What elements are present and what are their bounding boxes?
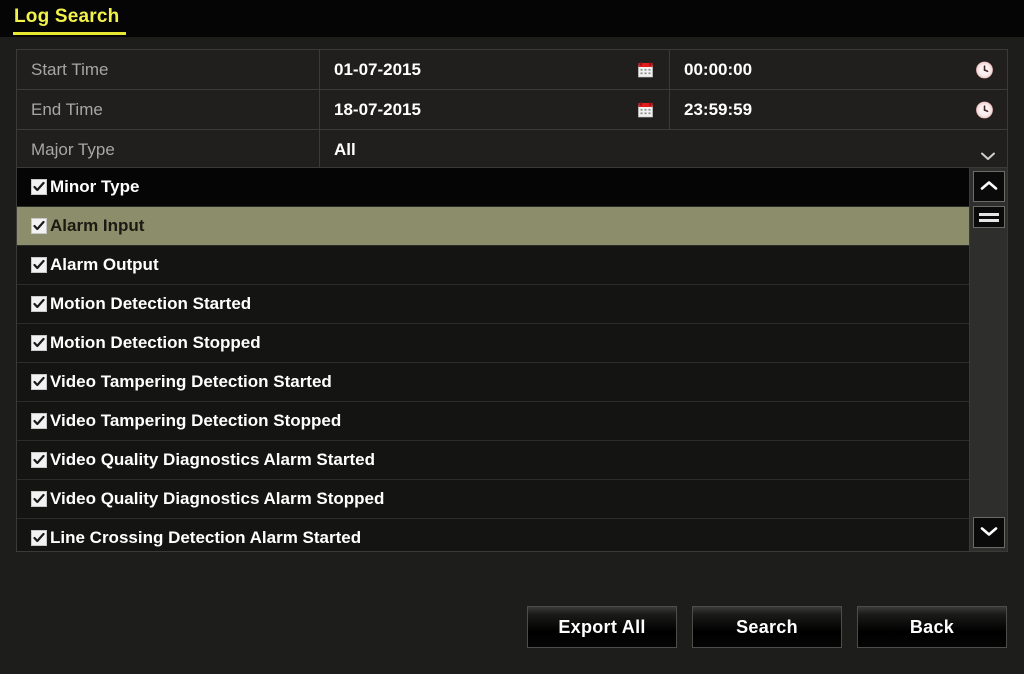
- list-item[interactable]: Alarm Output: [17, 246, 971, 285]
- list-item[interactable]: Alarm Input: [17, 207, 971, 246]
- clock-icon[interactable]: [976, 61, 993, 78]
- end-date-value: 18-07-2015: [334, 99, 421, 119]
- major-type-value: All: [334, 139, 356, 159]
- scroll-down-button[interactable]: [973, 517, 1005, 548]
- minor-type-header-label: Minor Type: [50, 177, 140, 196]
- end-time-field[interactable]: 23:59:59: [670, 90, 1007, 129]
- start-date-value: 01-07-2015: [334, 59, 421, 79]
- start-time-row: Start Time 01-07-2015 00:00:00: [17, 50, 1007, 90]
- major-type-select[interactable]: All: [320, 130, 1007, 169]
- back-button[interactable]: Back: [857, 606, 1007, 648]
- minor-type-header-row[interactable]: Minor Type: [17, 168, 971, 207]
- list-item[interactable]: Video Quality Diagnostics Alarm Stopped: [17, 480, 971, 519]
- list-item[interactable]: Video Tampering Detection Stopped: [17, 402, 971, 441]
- start-time-value: 00:00:00: [684, 59, 753, 79]
- search-button[interactable]: Search: [692, 606, 842, 648]
- start-time-field[interactable]: 00:00:00: [670, 50, 1007, 89]
- page-title: Log Search: [14, 6, 120, 27]
- list-item[interactable]: Video Quality Diagnostics Alarm Started: [17, 441, 971, 480]
- export-all-button[interactable]: Export All: [527, 606, 677, 648]
- checkbox-icon[interactable]: [31, 413, 47, 429]
- start-date-field[interactable]: 01-07-2015: [320, 50, 670, 89]
- list-item[interactable]: Video Tampering Detection Started: [17, 363, 971, 402]
- checkbox-icon[interactable]: [31, 374, 47, 390]
- checkbox-icon[interactable]: [31, 335, 47, 351]
- list-item-label: Line Crossing Detection Alarm Started: [50, 528, 362, 547]
- title-underline: [13, 32, 126, 35]
- list-item-label: Alarm Output: [50, 255, 159, 274]
- checkbox-icon[interactable]: [31, 296, 47, 312]
- checkbox-icon[interactable]: [31, 530, 47, 546]
- chevron-up-icon: [980, 178, 998, 196]
- scroll-thumb-grip: [979, 218, 999, 222]
- list-item-label: Video Quality Diagnostics Alarm Started: [50, 450, 375, 469]
- list-item[interactable]: Motion Detection Stopped: [17, 324, 971, 363]
- scrollbar-thumb[interactable]: [973, 206, 1005, 228]
- start-time-label: Start Time: [17, 50, 320, 89]
- scroll-up-button[interactable]: [973, 171, 1005, 202]
- checkbox-icon[interactable]: [31, 452, 47, 468]
- list-item-label: Video Tampering Detection Stopped: [50, 411, 342, 430]
- list-item-label: Video Tampering Detection Started: [50, 372, 332, 391]
- end-time-value: 23:59:59: [684, 99, 753, 119]
- title-bar: Log Search: [0, 0, 1024, 37]
- minor-type-list: Minor Type Alarm Input Alarm Output Moti…: [16, 167, 1008, 552]
- content-panel: Start Time 01-07-2015 00:00:00 End Time …: [0, 37, 1024, 674]
- list-item-label: Motion Detection Stopped: [50, 333, 261, 352]
- search-criteria-table: Start Time 01-07-2015 00:00:00 End Time …: [16, 49, 1008, 170]
- minor-type-list-viewport: Minor Type Alarm Input Alarm Output Moti…: [17, 168, 971, 551]
- log-search-screen: Log Search Start Time 01-07-2015 00:00:0…: [0, 0, 1024, 674]
- end-date-field[interactable]: 18-07-2015: [320, 90, 670, 129]
- checkbox-icon[interactable]: [31, 179, 47, 195]
- scroll-thumb-grip: [979, 212, 999, 216]
- list-item[interactable]: Motion Detection Started: [17, 285, 971, 324]
- checkbox-icon[interactable]: [31, 257, 47, 273]
- list-item[interactable]: Line Crossing Detection Alarm Started: [17, 519, 971, 551]
- major-type-label: Major Type: [17, 130, 320, 169]
- list-scrollbar[interactable]: [969, 168, 1007, 551]
- list-item-label: Motion Detection Started: [50, 294, 252, 313]
- calendar-icon[interactable]: [638, 62, 653, 77]
- chevron-down-icon: [980, 524, 998, 542]
- checkbox-icon[interactable]: [31, 218, 47, 234]
- end-time-row: End Time 18-07-2015 23:59:59: [17, 90, 1007, 130]
- clock-icon[interactable]: [976, 101, 993, 118]
- major-type-row: Major Type All: [17, 130, 1007, 169]
- chevron-down-icon[interactable]: [981, 145, 995, 160]
- footer-bar: Export All Search Back: [0, 594, 1024, 674]
- end-time-label: End Time: [17, 90, 320, 129]
- calendar-icon[interactable]: [638, 102, 653, 117]
- checkbox-icon[interactable]: [31, 491, 47, 507]
- list-item-label: Alarm Input: [50, 216, 145, 235]
- list-item-label: Video Quality Diagnostics Alarm Stopped: [50, 489, 385, 508]
